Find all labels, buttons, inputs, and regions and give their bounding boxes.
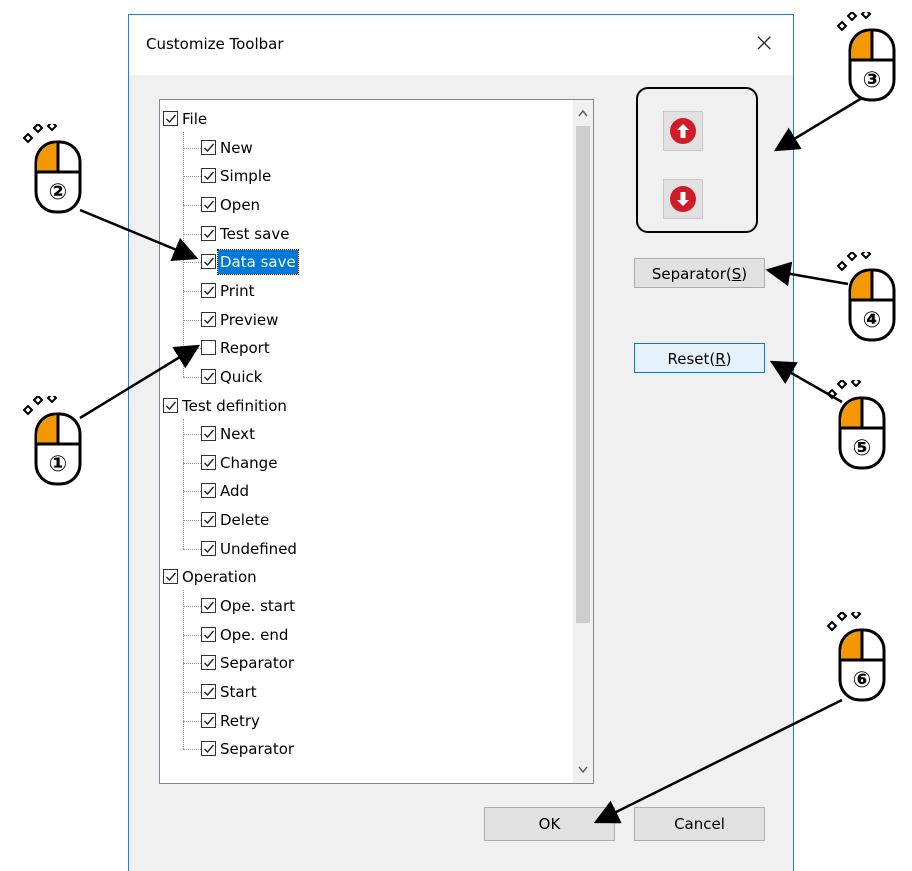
mouse-click-callout: ② [22,120,82,214]
callout-number: ⑤ [852,436,872,461]
callout-number: ① [48,452,68,477]
mouse-click-callout: ③ [836,8,896,102]
mouse-click-callout: ⑤ [826,376,886,470]
callout-arrow-2 [79,208,199,261]
callout-arrow-1 [79,344,201,420]
mouse-click-callout: ⑥ [826,608,886,702]
callout-arrows [79,96,863,824]
callout-arrow-6 [593,698,843,824]
mouse-click-callout: ④ [836,248,896,342]
callout-number: ⑥ [852,668,872,693]
mouse-click-callout: ① [22,392,82,486]
callout-number: ③ [862,68,882,93]
callout-number: ④ [862,308,882,333]
callout-number: ② [48,180,68,205]
callout-arrow-3 [773,96,863,152]
